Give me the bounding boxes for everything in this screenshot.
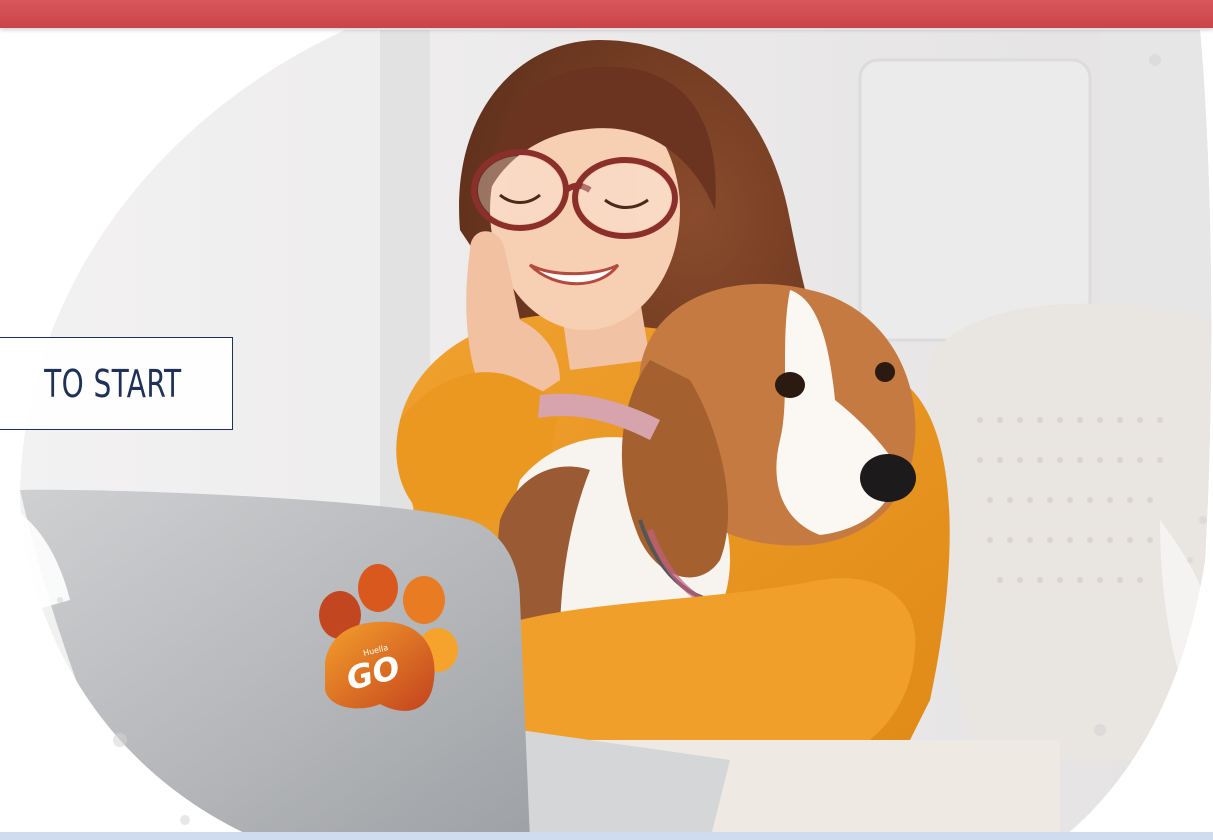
bottom-bar [0,832,1213,840]
to-start-label: TO START [44,361,182,406]
to-start-button[interactable]: TO START [0,337,233,430]
top-header-bar [0,0,1213,28]
page: TO START Huella GO [0,0,1213,840]
